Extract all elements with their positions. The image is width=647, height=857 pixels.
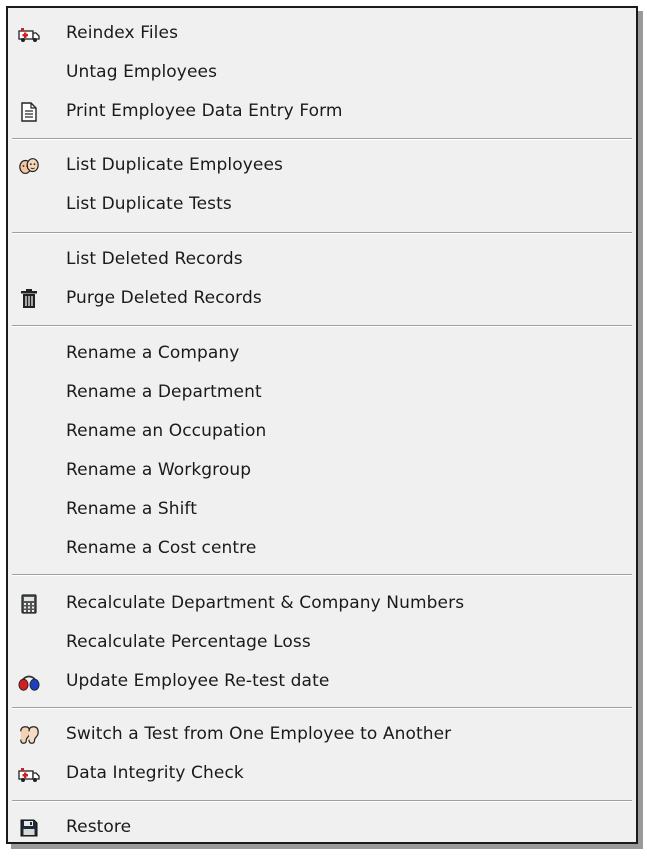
ambulance-icon	[18, 763, 40, 785]
menu-item-label: Switch a Test from One Employee to Anoth…	[66, 724, 452, 744]
ambulance-icon	[18, 23, 40, 45]
menu-item-update-retest-date[interactable]: Update Employee Re-test date	[8, 664, 636, 698]
menu-item-label: Recalculate Percentage Loss	[66, 632, 311, 652]
ears-icon	[18, 724, 40, 746]
menu-item-label: Purge Deleted Records	[66, 288, 262, 308]
floppy-disk-icon	[18, 817, 40, 839]
menu-item-label: List Deleted Records	[66, 249, 243, 269]
menu-item-recalculate-percentage-loss[interactable]: Recalculate Percentage Loss	[8, 625, 636, 659]
menu-item-list-deleted-records[interactable]: List Deleted Records	[8, 242, 636, 276]
menu-item-recalculate-numbers[interactable]: Recalculate Department & Company Numbers	[8, 586, 636, 620]
menu-item-label: List Duplicate Employees	[66, 155, 283, 175]
menu-item-purge-deleted-records[interactable]: Purge Deleted Records	[8, 281, 636, 315]
menu-item-label: Rename an Occupation	[66, 421, 267, 441]
menu-item-restore[interactable]: Restore	[8, 810, 636, 844]
menu-item-label: Restore	[66, 817, 132, 837]
menu-item-list-duplicate-tests[interactable]: List Duplicate Tests	[8, 187, 636, 221]
menu-item-rename-workgroup[interactable]: Rename a Workgroup	[8, 453, 636, 487]
menu-separator	[12, 232, 632, 234]
menu-item-label: List Duplicate Tests	[66, 194, 232, 214]
menu-item-label: Untag Employees	[66, 62, 218, 82]
menu-item-label: Reindex Files	[66, 23, 179, 43]
menu-item-label: Rename a Department	[66, 382, 262, 402]
menu-item-label: Rename a Shift	[66, 499, 197, 519]
menu-separator	[12, 574, 632, 576]
trash-icon	[18, 288, 40, 310]
menu-item-label: Print Employee Data Entry Form	[66, 101, 343, 121]
menu-item-untag-employees[interactable]: Untag Employees	[8, 55, 636, 89]
calculator-icon	[18, 593, 40, 615]
document-icon	[18, 101, 40, 123]
menu-item-rename-cost-centre[interactable]: Rename a Cost centre	[8, 531, 636, 565]
menu-item-print-employee-form[interactable]: Print Employee Data Entry Form	[8, 94, 636, 128]
menu-item-label: Rename a Workgroup	[66, 460, 252, 480]
menu-separator	[12, 325, 632, 327]
context-menu: Reindex Files Untag Employees Print Empl…	[6, 6, 638, 844]
menu-item-rename-occupation[interactable]: Rename an Occupation	[8, 414, 636, 448]
menu-item-label: Data Integrity Check	[66, 763, 244, 783]
menu-item-label: Rename a Company	[66, 343, 240, 363]
menu-item-rename-company[interactable]: Rename a Company	[8, 336, 636, 370]
menu-item-rename-department[interactable]: Rename a Department	[8, 375, 636, 409]
menu-item-list-duplicate-employees[interactable]: List Duplicate Employees	[8, 148, 636, 182]
menu-item-data-integrity-check[interactable]: Data Integrity Check	[8, 756, 636, 790]
menu-separator	[12, 800, 632, 802]
menu-item-label: Update Employee Re-test date	[66, 671, 330, 691]
menu-item-label: Recalculate Department & Company Numbers	[66, 593, 465, 613]
menu-item-label: Rename a Cost centre	[66, 538, 257, 558]
menu-item-reindex-files[interactable]: Reindex Files	[8, 16, 636, 50]
menu-separator	[12, 707, 632, 709]
menu-item-switch-test[interactable]: Switch a Test from One Employee to Anoth…	[8, 717, 636, 751]
headphones-icon	[18, 671, 40, 693]
faces-icon	[18, 155, 40, 177]
menu-item-rename-shift[interactable]: Rename a Shift	[8, 492, 636, 526]
menu-separator	[12, 138, 632, 140]
